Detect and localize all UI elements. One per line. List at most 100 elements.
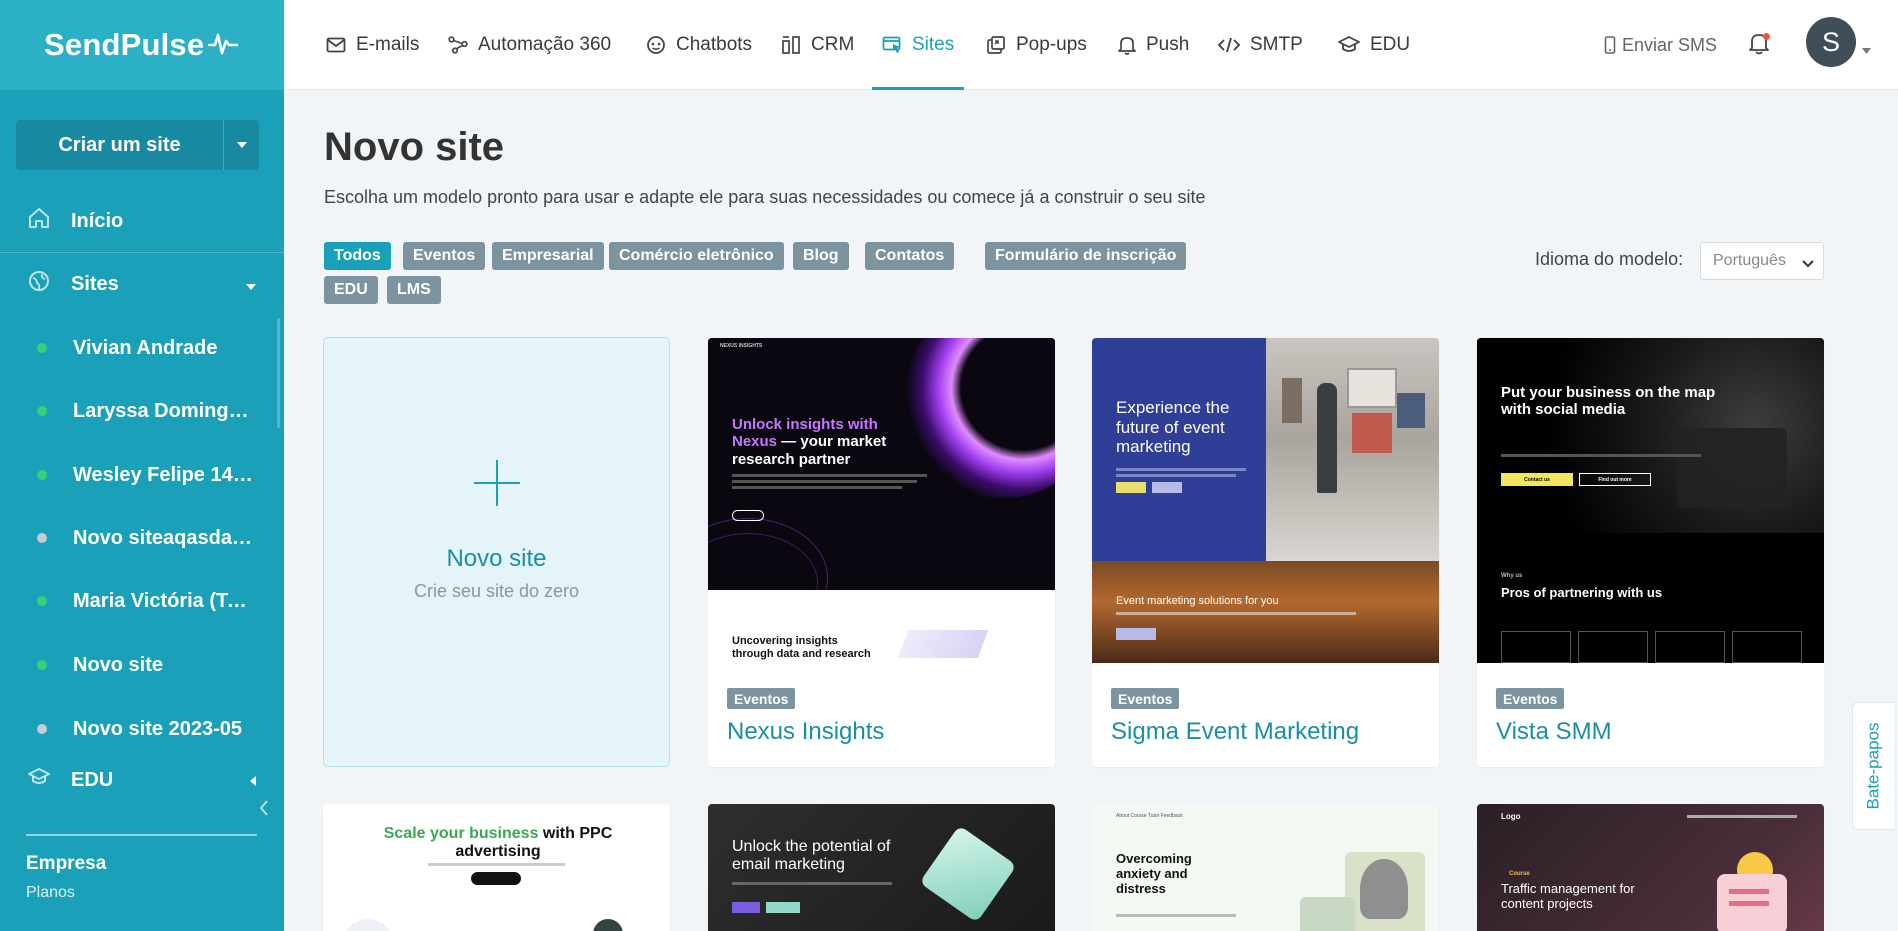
chats-tab[interactable]: Bate-papos	[1852, 702, 1894, 830]
template-preview: Put your business on the map with social…	[1477, 338, 1824, 663]
tab-crm[interactable]: CRM	[781, 0, 854, 90]
sidebar-site-item[interactable]: Maria Victória (Teste)	[0, 583, 270, 619]
template-language-select[interactable]: Português	[1700, 242, 1824, 280]
sidebar-item-home[interactable]: Início	[0, 203, 284, 239]
status-dot	[37, 596, 47, 606]
tab-smtp[interactable]: SMTP	[1218, 0, 1303, 90]
template-card-nexus-insights[interactable]: NEXUS INSIGHTS Unlock insights with Nexus…	[708, 338, 1055, 767]
tab-emails[interactable]: E-mails	[326, 0, 419, 90]
filter-edu[interactable]: EDU	[324, 276, 378, 304]
sidebar-item-sites[interactable]: Sites	[0, 266, 284, 302]
chatbot-icon	[646, 35, 666, 55]
filter-contacts[interactable]: Contatos	[865, 242, 955, 270]
filter-ecommerce[interactable]: Comércio eletrônico	[609, 242, 784, 270]
tab-label: Pop-ups	[1016, 34, 1087, 55]
filter-all[interactable]: Todos	[324, 242, 391, 270]
tab-push[interactable]: Push	[1118, 0, 1189, 90]
preview-headline: Experience the future of event marketing	[1116, 398, 1230, 457]
divider	[0, 252, 284, 253]
tab-label: Push	[1146, 34, 1190, 55]
preview-section-title: Event marketing solutions for you	[1116, 595, 1279, 607]
sidebar-item-edu[interactable]: EDU	[0, 762, 284, 798]
sidebar-site-item[interactable]: Wesley Felipe 14/05	[0, 457, 270, 493]
selected-language: Português	[1713, 252, 1786, 269]
category-badge: Eventos	[1111, 688, 1180, 709]
template-card-vista-smm[interactable]: Put your business on the map with social…	[1477, 338, 1824, 767]
template-card-traffic-management[interactable]: Logo Course Traffic management for conte…	[1477, 804, 1824, 931]
sidebar-item-label: Início	[71, 209, 124, 232]
send-sms-button[interactable]: Enviar SMS	[1604, 0, 1717, 90]
preview-headline: Overcoming anxiety and distress	[1116, 851, 1192, 896]
preview-nav: About Course Tutor Feedback	[1116, 813, 1183, 819]
chats-tab-label: Bate-papos	[1863, 722, 1883, 810]
filter-lms[interactable]: LMS	[387, 276, 441, 304]
notifications-button[interactable]	[1748, 31, 1770, 60]
tab-chatbots[interactable]: Chatbots	[646, 0, 752, 90]
create-site-dropdown-button[interactable]	[223, 120, 259, 170]
sidebar-item-label: Sites	[71, 272, 119, 295]
template-card-ppc[interactable]: Scale your business with PPC advertising	[323, 804, 670, 931]
category-badge: Eventos	[1496, 688, 1565, 709]
filter-blog[interactable]: Blog	[793, 242, 849, 270]
template-preview: Unlock the potential of email marketing	[708, 804, 1055, 931]
tab-automation[interactable]: Automação 360	[448, 0, 611, 90]
caret-down-icon[interactable]	[1862, 41, 1871, 59]
chevron-down-icon	[1802, 255, 1814, 273]
preview-button: Contact us	[1501, 473, 1573, 486]
template-title: Sigma Event Marketing	[1111, 718, 1360, 745]
automation-icon	[448, 36, 468, 54]
divider	[26, 834, 257, 836]
sidebar-item-label: EDU	[71, 768, 114, 791]
brand-name: SendPulse	[44, 27, 205, 62]
filter-subscription-form[interactable]: Formulário de inscrição	[985, 242, 1187, 270]
collapse-sidebar-button[interactable]	[256, 796, 272, 820]
logo[interactable]: SendPulse	[0, 0, 284, 90]
preview-logo: Logo	[1501, 812, 1521, 821]
sidebar-site-item[interactable]: Novo siteaqasdasd	[0, 520, 270, 556]
code-icon	[1218, 36, 1240, 54]
tab-sites[interactable]: Sites	[871, 0, 965, 90]
template-preview: Scale your business with PPC advertising	[323, 804, 670, 931]
sidebar-scrollbar[interactable]	[277, 318, 280, 428]
template-card-sigma-event-marketing[interactable]: Experience the future of event marketing…	[1092, 338, 1439, 767]
tab-label: E-mails	[356, 34, 420, 55]
plans-link[interactable]: Planos	[26, 884, 75, 902]
create-site-button[interactable]: Criar um site	[16, 120, 223, 170]
preview-nav-logo: NEXUS INSIGHTS	[720, 343, 763, 349]
site-label: Novo siteaqasdasd	[73, 526, 255, 549]
popups-icon	[986, 35, 1006, 55]
tab-popups[interactable]: Pop-ups	[986, 0, 1087, 90]
send-sms-label: Enviar SMS	[1622, 34, 1718, 55]
graduation-cap-icon	[28, 767, 50, 793]
tab-label: Sites	[912, 34, 955, 55]
page-title: Novo site	[324, 125, 505, 169]
template-preview: Logo Course Traffic management for conte…	[1477, 804, 1824, 931]
home-icon	[28, 207, 50, 235]
new-site-card[interactable]: Novo site Crie seu site do zero	[323, 337, 670, 767]
preview-headline: Traffic management for content projects	[1501, 881, 1635, 911]
site-label: Vivian Andrade	[73, 336, 218, 359]
site-label: Laryssa Domingues	[73, 399, 255, 422]
template-card-anxiety-course[interactable]: About Course Tutor Feedback Overcoming a…	[1092, 804, 1439, 931]
new-site-subtitle: Crie seu site do zero	[413, 581, 580, 601]
filter-events[interactable]: Eventos	[403, 242, 486, 270]
mail-icon	[326, 37, 346, 53]
template-preview: NEXUS INSIGHTS Unlock insights with Nexus…	[708, 338, 1055, 663]
preview-headline: Put your business on the map with social…	[1501, 384, 1716, 419]
avatar[interactable]: S	[1806, 17, 1856, 67]
tab-label: EDU	[1370, 34, 1411, 55]
sidebar-site-item[interactable]: Novo site	[0, 647, 270, 683]
sidebar: SendPulse Criar um site Início Sites Viv…	[0, 0, 284, 931]
template-card-email-marketing[interactable]: Unlock the potential of email marketing	[708, 804, 1055, 931]
sidebar-site-item[interactable]: Laryssa Domingues	[0, 393, 270, 429]
status-dot	[37, 533, 47, 543]
filter-business[interactable]: Empresarial	[492, 242, 604, 270]
main-content: Novo site Escolha um modelo pronto para …	[284, 90, 1898, 931]
preview-section-title: Uncovering insights through data and res…	[732, 635, 871, 660]
tab-edu[interactable]: EDU	[1338, 0, 1410, 90]
sidebar-site-item[interactable]: Novo site 2023-05	[0, 711, 270, 747]
site-label: Wesley Felipe 14/05	[73, 463, 255, 486]
sidebar-site-item[interactable]: Vivian Andrade	[0, 330, 270, 366]
preview-small: Course	[1509, 871, 1530, 877]
tab-label: Chatbots	[676, 34, 753, 55]
